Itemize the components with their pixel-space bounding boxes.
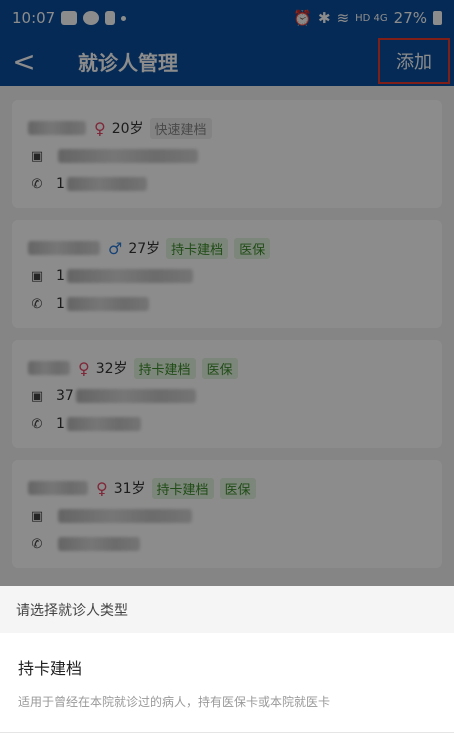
option-title: 持卡建档 (18, 659, 83, 678)
patient-type-sheet: 请选择就诊人类型 持卡建档 适用于曾经在本院就诊过的病人，持有医保卡或本院就医卡 (0, 586, 454, 745)
sheet-header: 请选择就诊人类型 (0, 586, 454, 633)
modal-overlay[interactable] (0, 0, 454, 586)
option-card-registration[interactable]: 持卡建档 适用于曾经在本院就诊过的病人，持有医保卡或本院就医卡 (0, 633, 454, 710)
divider (0, 732, 454, 733)
option-description: 适用于曾经在本院就诊过的病人，持有医保卡或本院就医卡 (18, 695, 331, 709)
